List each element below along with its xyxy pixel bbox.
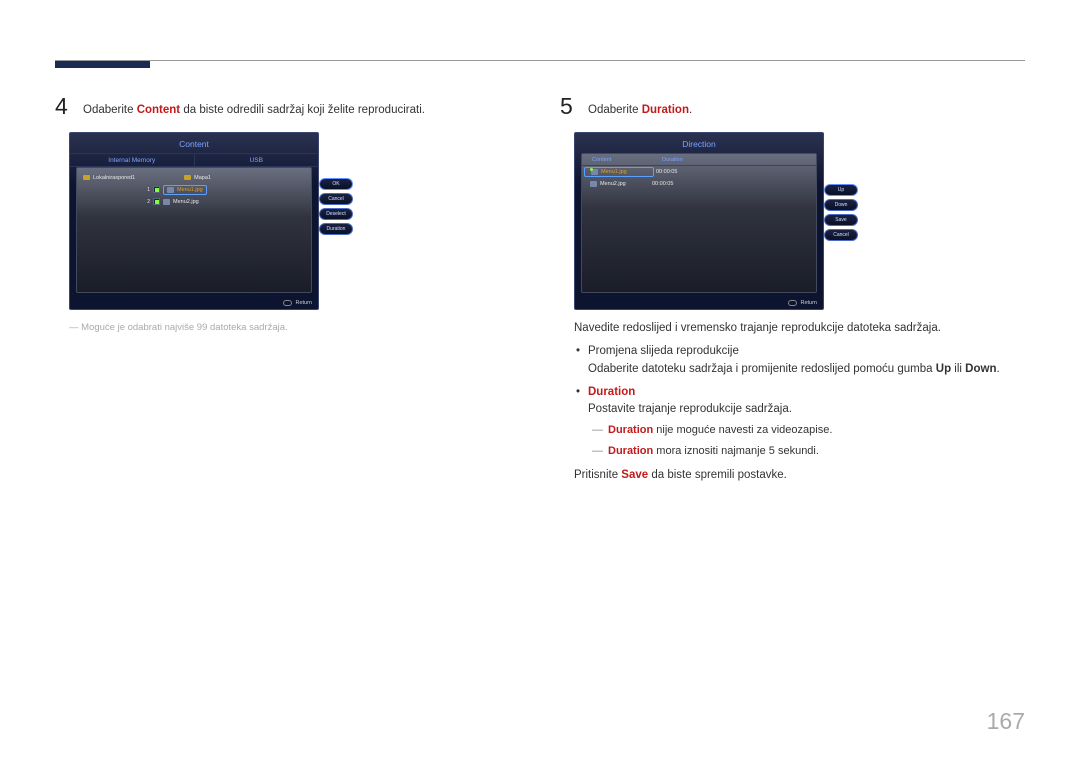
step-pre: Odaberite [83, 104, 137, 116]
content-row-2[interactable]: Menu2.jpg 00:00:05 [582, 178, 816, 190]
column-headers: Content Duration [582, 154, 816, 166]
direction-panel: Direction Content Duration Menu1.jpg 00:… [574, 132, 824, 310]
page-number: 167 [987, 708, 1025, 735]
bullet-body: Postavite trajanje reprodukcije sadržaja… [588, 403, 792, 415]
bullet-mid: ili [951, 363, 965, 375]
file-name: Menu2.jpg [600, 181, 626, 187]
bullet-list: Promjena slijeda reprodukcije Odaberite … [560, 343, 1040, 459]
subnote-text: nije moguće navesti za videozapise. [653, 424, 832, 436]
step-4: 4 Odaberite Content da biste odredili sa… [55, 95, 535, 118]
save-instruction: Pritisnite Save da biste spremili postav… [574, 467, 1040, 484]
bullet-post: . [996, 363, 999, 375]
step-number: 4 [55, 95, 83, 118]
panel-body: Content Duration Menu1.jpg 00:00:05 Menu… [581, 153, 817, 293]
file-index: 2 [143, 199, 150, 205]
up-button[interactable]: Up [824, 184, 858, 196]
bullet-title: Duration [588, 386, 635, 398]
save-pre: Pritisnite [574, 469, 621, 481]
step-pre: Odaberite [588, 104, 642, 116]
kw-duration: Duration [608, 424, 653, 436]
header-accent [55, 60, 150, 68]
folder-label: Mapa1 [194, 175, 211, 181]
panel-body-inner: Lokalniraspored1 Mapa1 1 Menu1.jpg [77, 168, 217, 292]
subnote-1: Duration nije moguće navesti za videozap… [588, 422, 1040, 439]
file-name: Menu1.jpg [177, 187, 203, 193]
checkbox-icon[interactable] [153, 186, 160, 193]
duration-value: 00:00:05 [656, 169, 706, 175]
step-number: 5 [560, 95, 588, 118]
step-5: 5 Odaberite Duration. [560, 95, 1040, 118]
kw-up: Up [936, 363, 951, 375]
header-rule [55, 60, 1025, 61]
folder-icon [83, 175, 90, 180]
col-duration: Duration [652, 154, 702, 165]
footnote: Moguće je odabrati najviše 99 datoteka s… [69, 322, 535, 333]
panel-title: Direction [575, 133, 823, 153]
right-column: 5 Odaberite Duration. Direction Content … [560, 95, 1040, 485]
side-buttons: Up Down Save Cancel [824, 184, 858, 241]
folder-label: Lokalniraspored1 [93, 175, 135, 181]
image-icon [590, 181, 597, 187]
image-icon [591, 169, 598, 175]
subnote-text: mora iznositi najmanje 5 sekundi. [653, 445, 819, 457]
file-index: 1 [143, 187, 150, 193]
deselect-button[interactable]: Deselect [319, 208, 353, 220]
cancel-button[interactable]: Cancel [319, 193, 353, 205]
col-content: Content [582, 154, 652, 165]
folder-icon [184, 175, 191, 180]
row-top: Lokalniraspored1 Mapa1 [83, 172, 211, 183]
save-button[interactable]: Save [824, 214, 858, 226]
folder-local[interactable]: Lokalniraspored1 [83, 172, 135, 183]
file-name: Menu2.jpg [173, 199, 199, 205]
image-icon [163, 199, 170, 205]
panel-title: Content [70, 133, 318, 153]
folder-mapa1[interactable]: Mapa1 [184, 172, 211, 183]
tab-internal-memory[interactable]: Internal Memory [70, 154, 195, 166]
step-text: Odaberite Duration. [588, 95, 692, 118]
bullet-duration: Duration Postavite trajanje reprodukcije… [576, 384, 1040, 460]
ok-button[interactable]: OK [319, 178, 353, 190]
bullet-body-pre: Odaberite datoteku sadržaja i promijenit… [588, 363, 936, 375]
step-post: da biste odredili sadržaj koji želite re… [180, 104, 425, 116]
kw-save: Save [621, 469, 648, 481]
step-post: . [689, 104, 692, 116]
return-label: Return [295, 300, 312, 306]
subnote-2: Duration mora iznositi najmanje 5 sekund… [588, 443, 1040, 460]
content-row-1[interactable]: Menu1.jpg 00:00:05 [582, 166, 816, 178]
file-highlight: Menu1.jpg [163, 185, 207, 195]
step-text: Odaberite Content da biste odredili sadr… [83, 95, 425, 118]
down-button[interactable]: Down [824, 199, 858, 211]
file-name: Menu1.jpg [601, 169, 627, 175]
panel-footer: Return [788, 297, 817, 309]
file-row-1[interactable]: 1 Menu1.jpg [83, 184, 211, 195]
panel-footer: Return [283, 297, 312, 309]
step-keyword: Content [137, 104, 180, 116]
duration-button[interactable]: Duration [319, 223, 353, 235]
return-label: Return [800, 300, 817, 306]
kw-down: Down [965, 363, 996, 375]
panel-tabs: Internal Memory USB [70, 153, 318, 167]
left-column: 4 Odaberite Content da biste odredili sa… [55, 95, 535, 333]
duration-value: 00:00:05 [652, 181, 702, 187]
cancel-button[interactable]: Cancel [824, 229, 858, 241]
panel-body: Lokalniraspored1 Mapa1 1 Menu1.jpg [76, 167, 312, 293]
instruction-text: Navedite redoslijed i vremensko trajanje… [574, 320, 1040, 337]
step-keyword: Duration [642, 104, 689, 116]
content-panel: Content Internal Memory USB Lokalniraspo… [69, 132, 319, 310]
side-buttons: OK Cancel Deselect Duration [319, 178, 353, 235]
bullet-title: Promjena slijeda reprodukcije [588, 345, 739, 357]
return-icon[interactable] [283, 300, 292, 306]
bullet-order: Promjena slijeda reprodukcije Odaberite … [576, 343, 1040, 378]
kw-duration: Duration [608, 445, 653, 457]
return-icon[interactable] [788, 300, 797, 306]
file-row-2[interactable]: 2 Menu2.jpg [83, 196, 211, 207]
checkbox-icon[interactable] [153, 198, 160, 205]
save-post: da biste spremili postavke. [648, 469, 787, 481]
image-icon [167, 187, 174, 193]
tab-usb[interactable]: USB [195, 154, 319, 166]
